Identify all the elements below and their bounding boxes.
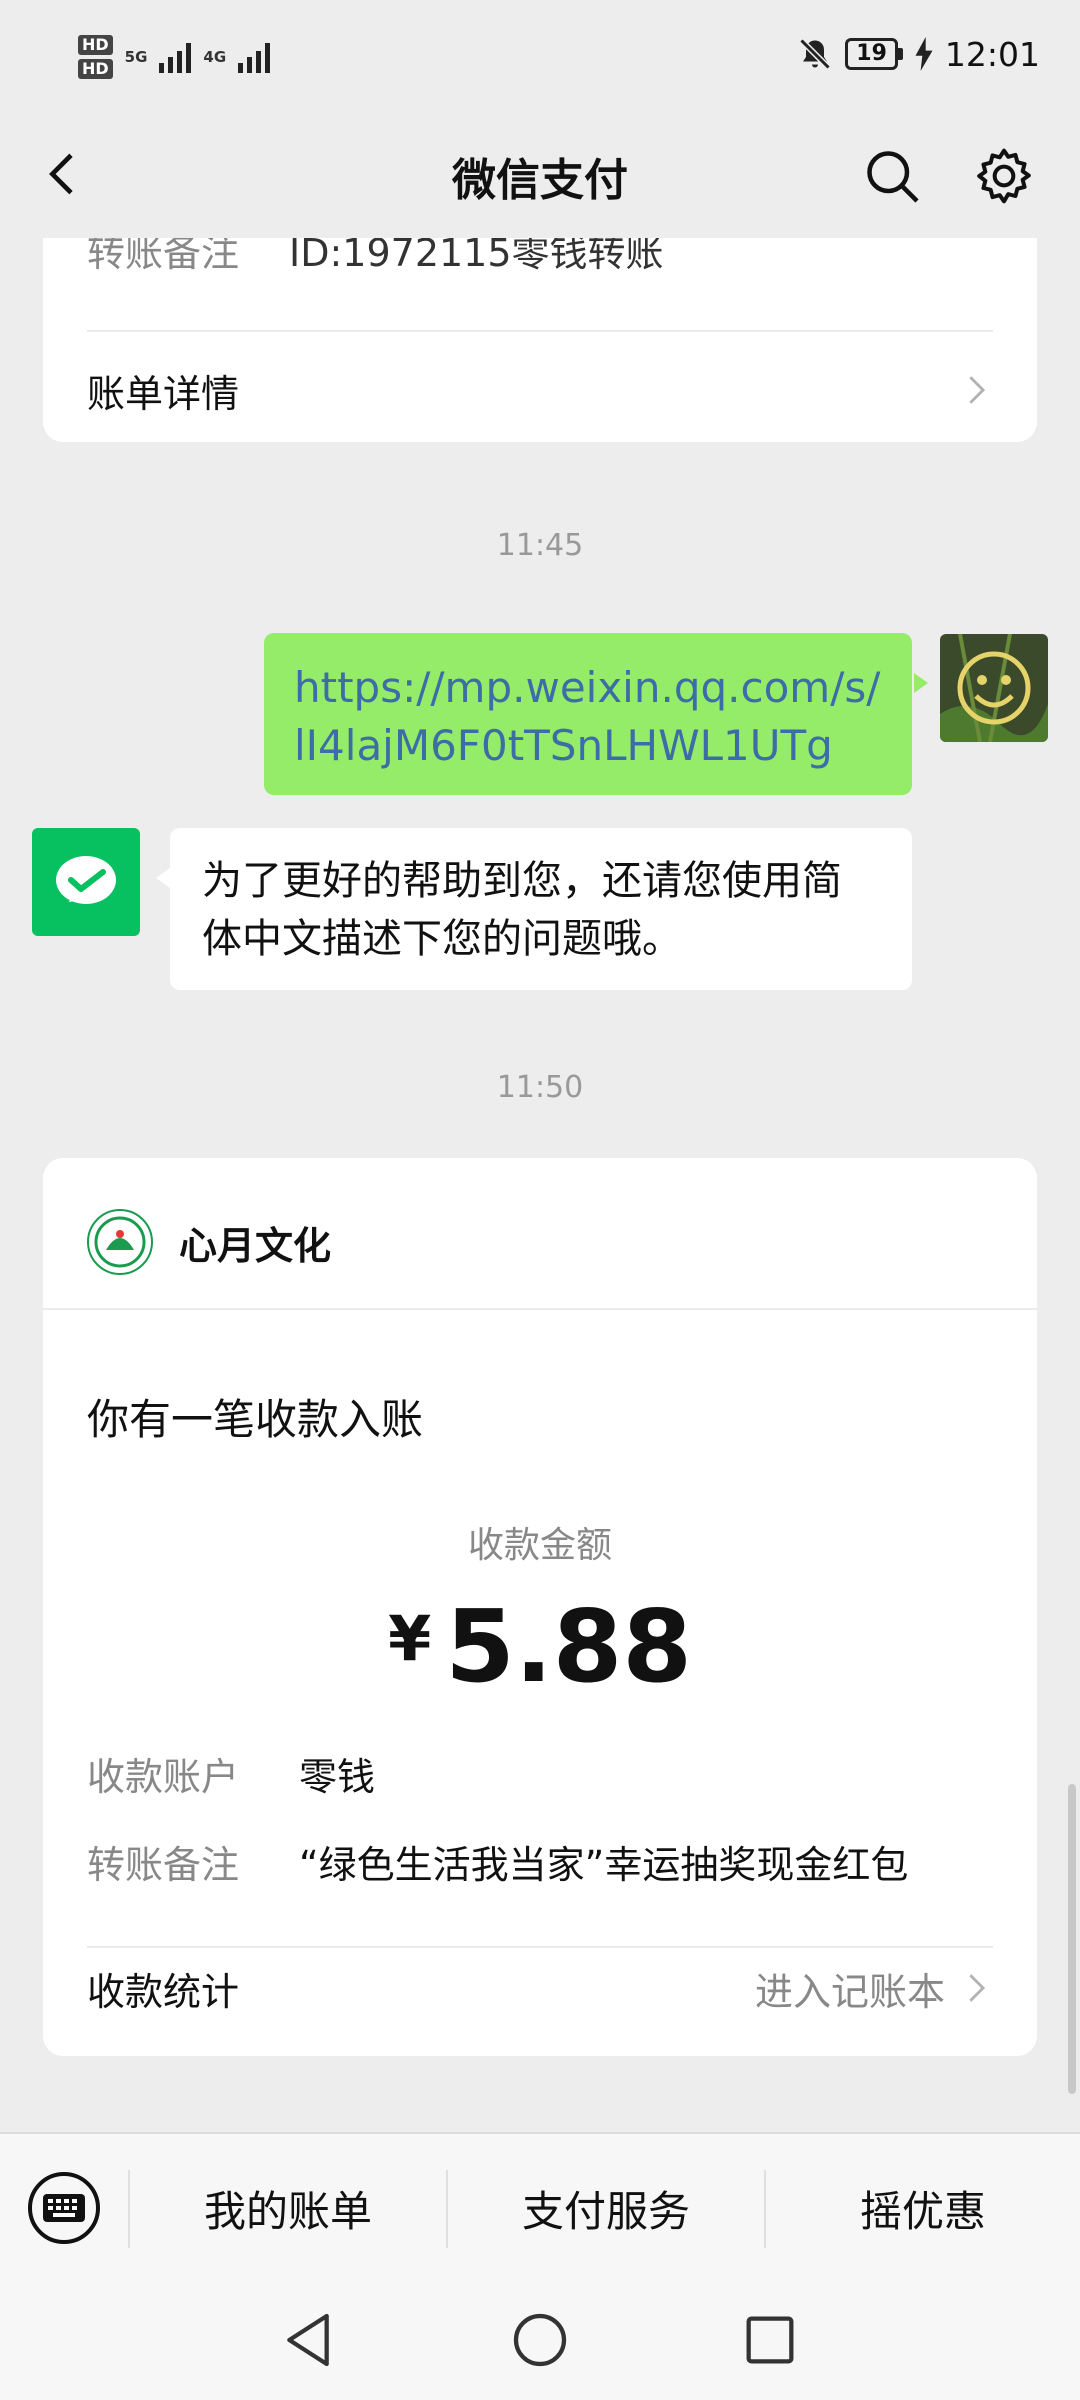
battery-level: 19: [845, 38, 898, 70]
user-avatar[interactable]: [940, 634, 1048, 742]
network-5g-label: 5G: [124, 48, 148, 66]
user-message-bubble[interactable]: https://mp.weixin.qq.com/s/lI4lajM6F0tTS…: [264, 633, 928, 795]
status-left: HD HD 5G 4G: [78, 22, 271, 92]
merchant-header: 心月文化: [87, 1202, 331, 1282]
bottom-menu: 我的账单 支付服务 摇优惠: [0, 2132, 1080, 2282]
bill-detail-label: 账单详情: [87, 371, 240, 416]
ledger-link-text: 进入记账本: [754, 1969, 945, 2014]
menu-payment-services[interactable]: 支付服务: [448, 2134, 764, 2282]
signal-5g-icon: [159, 41, 192, 73]
bell-mute-icon: [799, 38, 831, 70]
amount-display: ¥5.88: [43, 1588, 1037, 1705]
smiley-avatar-icon: [940, 634, 1048, 742]
merchant-name: 心月文化: [179, 1223, 332, 1268]
status-time: 12:01: [944, 34, 1040, 74]
chevron-right-icon: [969, 376, 986, 404]
payment-heading: 你有一笔收款入账: [87, 1395, 424, 1444]
battery-icon: 19: [845, 38, 903, 70]
divider: [87, 330, 993, 332]
signal-4g-icon: [238, 41, 271, 73]
keyboard-toggle-button[interactable]: [28, 2172, 100, 2244]
top-nav: 微信支付: [0, 110, 1080, 238]
memo-label: 转账备注: [87, 1843, 240, 1887]
memo-row: 转账备注 “绿色生活我当家”幸运抽奖现金红包: [87, 1834, 993, 1889]
menu-my-bills[interactable]: 我的账单: [130, 2134, 446, 2282]
nav-back-triangle-icon[interactable]: [276, 2308, 340, 2372]
menu-shake-offers[interactable]: 摇优惠: [766, 2134, 1080, 2282]
payment-received-card[interactable]: 心月文化 你有一笔收款入账 收款金额 ¥5.88 收款账户 零钱 转账备注 “绿…: [43, 1158, 1037, 2056]
divider: [43, 1308, 1037, 1310]
amount-value: 5.88: [445, 1588, 692, 1705]
scrollbar-thumb[interactable]: [1068, 1784, 1076, 2094]
memo-value: “绿色生活我当家”幸运抽奖现金红包: [299, 1843, 909, 1887]
chevron-right-icon: [969, 1974, 986, 2002]
network-4g-label: 4G: [203, 48, 227, 66]
keyboard-icon: [43, 2194, 85, 2222]
wechat-pay-logo-icon: [56, 856, 116, 904]
system-nav-bar: [0, 2280, 1080, 2400]
hd-badge-2: HD: [78, 59, 113, 79]
stats-label: 收款统计: [87, 1969, 240, 2014]
account-label: 收款账户: [87, 1755, 240, 1799]
ledger-link[interactable]: 进入记账本: [755, 1961, 993, 2016]
chat-timestamp: 11:45: [496, 528, 584, 563]
wechat-pay-avatar[interactable]: [32, 828, 140, 936]
nav-recents-square-icon[interactable]: [738, 2308, 802, 2372]
amount-label: 收款金额: [467, 1525, 612, 1566]
account-value: 零钱: [299, 1755, 376, 1799]
payment-stats-row[interactable]: 收款统计 进入记账本: [87, 1948, 993, 2028]
merchant-logo-icon: [87, 1209, 153, 1275]
nav-home-circle-icon[interactable]: [508, 2308, 572, 2372]
chat-timestamp: 11:50: [496, 1070, 584, 1105]
status-bar: HD HD 5G 4G 19 12:01: [0, 0, 1080, 110]
hd-indicators: HD HD: [78, 35, 113, 79]
search-icon[interactable]: [862, 146, 922, 206]
gear-icon[interactable]: [972, 144, 1036, 208]
currency-symbol: ¥: [388, 1602, 432, 1675]
status-right: 19 12:01: [797, 24, 1040, 84]
account-row: 收款账户 零钱: [87, 1746, 993, 1801]
hd-badge-1: HD: [78, 35, 113, 55]
bot-message-bubble[interactable]: 为了更好的帮助到您，还请您使用简体中文描述下您的问题哦。: [156, 828, 912, 990]
charging-icon: [915, 37, 933, 71]
bill-detail-row[interactable]: 账单详情: [87, 350, 993, 430]
